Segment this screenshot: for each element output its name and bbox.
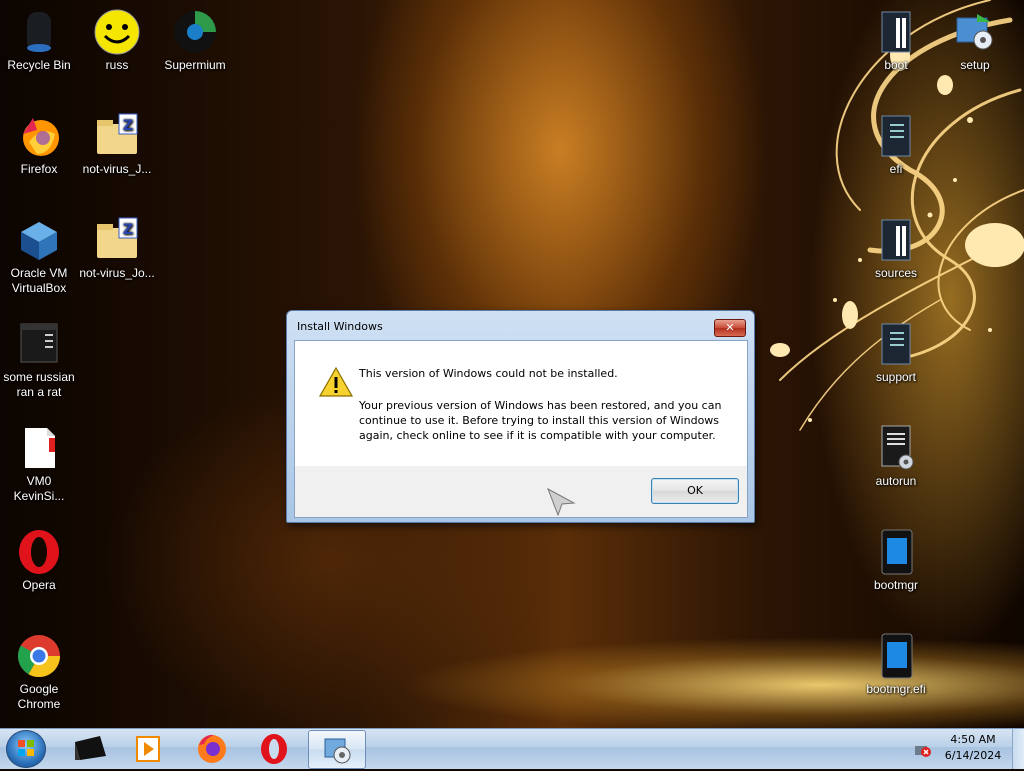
system-file-icon	[872, 632, 920, 680]
desktop-icon-label: VM0 KevinSi...	[13, 474, 65, 503]
desktop-icon-label: Opera	[22, 578, 56, 592]
folder-icon	[872, 320, 920, 368]
close-button[interactable]: ✕	[714, 319, 746, 337]
firefox-icon	[198, 734, 226, 763]
desktop-icon-sources[interactable]: sources	[855, 216, 937, 281]
network-error-icon[interactable]	[914, 740, 932, 758]
ok-button[interactable]: OK	[651, 478, 739, 504]
desktop-icon-not-virus-zip-1[interactable]: Z not-virus_J...	[76, 112, 158, 177]
setup-installer-icon	[324, 738, 351, 764]
settings-file-icon	[872, 424, 920, 472]
shortcut-file-icon	[15, 424, 63, 472]
desktop-icon-opera[interactable]: Opera	[0, 528, 80, 593]
desktop-icon-label: Supermium	[164, 58, 226, 72]
desktop-icon-support[interactable]: support	[855, 320, 937, 385]
folder-dark-icon	[75, 736, 106, 760]
dialog-message-area: This version of Windows could not be ins…	[295, 341, 747, 466]
firefox-icon	[15, 112, 63, 160]
taskbar-explorer[interactable]	[62, 730, 118, 767]
zip-folder-icon: Z	[93, 112, 141, 160]
clock-date: 6/14/2024	[944, 749, 1002, 762]
taskbar-opera[interactable]	[246, 730, 302, 767]
desktop-icon-label: Recycle Bin	[7, 58, 71, 72]
desktop-icon-label: Oracle VM VirtualBox	[10, 266, 68, 295]
zip-folder-icon: Z	[93, 216, 141, 264]
desktop-icon-label: not-virus_Jo...	[79, 266, 155, 280]
dialog-body: This version of Windows could not be ins…	[294, 340, 748, 518]
desktop-icon-efi[interactable]: efi	[855, 112, 937, 177]
mouse-cursor-icon	[547, 487, 576, 517]
setup-installer-icon	[951, 8, 999, 56]
desktop-icon-bootmgr-efi[interactable]: bootmgr.efi	[855, 632, 937, 697]
desktop-icon-supermium[interactable]: Supermium	[154, 8, 236, 73]
desktop-icon-label: efi	[889, 162, 903, 176]
warning-icon	[319, 367, 353, 397]
desktop-icon-label: Firefox	[20, 162, 58, 176]
desktop-icon-bootmgr[interactable]: bootmgr	[855, 528, 937, 593]
desktop-icon-label: bootmgr	[873, 578, 919, 592]
media-player-icon	[136, 736, 160, 762]
virtualbox-icon	[15, 216, 63, 264]
system-file-icon	[872, 528, 920, 576]
desktop-icon-label: Google Chrome	[17, 682, 61, 711]
taskbar-firefox[interactable]	[184, 730, 240, 767]
desktop-icon-label: russ	[105, 58, 129, 72]
recycle-bin-icon	[15, 8, 63, 56]
show-desktop-button[interactable]	[1012, 729, 1024, 769]
desktop-icon-firefox[interactable]: Firefox	[0, 112, 80, 177]
desktop-icon-label: setup	[960, 58, 990, 72]
folder-icon	[872, 112, 920, 160]
desktop-icon-label: not-virus_J...	[82, 162, 152, 176]
desktop-icon-vm0[interactable]: VM0 KevinSi...	[0, 424, 80, 504]
desktop-icon-not-virus-zip-2[interactable]: Z not-virus_Jo...	[76, 216, 158, 281]
desktop-icon-label: support	[875, 370, 917, 384]
start-button[interactable]	[6, 730, 46, 768]
chrome-icon	[15, 632, 63, 680]
dialog-message-heading: This version of Windows could not be ins…	[359, 367, 618, 380]
desktop-icon-recycle-bin[interactable]: Recycle Bin	[0, 8, 80, 73]
taskbar-media-player[interactable]	[120, 730, 176, 767]
windows-orb-icon	[18, 740, 34, 756]
taskbar: 4:50 AM 6/14/2024	[0, 728, 1024, 769]
desktop-icon-boot[interactable]: boot	[855, 8, 937, 73]
install-windows-dialog: Install Windows ✕ This version of Window…	[286, 310, 755, 523]
supermium-browser-icon	[171, 8, 219, 56]
clock-time: 4:50 AM	[950, 733, 996, 746]
svg-text:Z: Z	[123, 222, 133, 238]
desktop-icon-virtualbox[interactable]: Oracle VM VirtualBox	[0, 216, 80, 296]
desktop-icon-label: some russian ran a rat	[3, 370, 75, 399]
desktop-icon-label: bootmgr.efi	[866, 682, 926, 696]
close-icon: ✕	[725, 321, 735, 334]
opera-icon	[15, 528, 63, 576]
dialog-title: Install Windows	[297, 320, 383, 333]
opera-icon	[261, 734, 287, 764]
folder-icon	[872, 8, 920, 56]
desktop-icon-setup[interactable]: setup	[934, 8, 1016, 73]
desktop-icon-label: boot	[884, 58, 908, 72]
desktop-icon-autorun[interactable]: autorun	[855, 424, 937, 489]
system-clock[interactable]: 4:50 AM 6/14/2024	[940, 732, 1006, 764]
executable-icon	[15, 320, 63, 368]
svg-text:Z: Z	[123, 118, 133, 134]
desktop-icon-label: autorun	[875, 474, 917, 488]
dialog-message-detail: Your previous version of Windows has bee…	[359, 399, 722, 442]
desktop-icon-google-chrome[interactable]: Google Chrome	[0, 632, 80, 712]
folder-icon	[872, 216, 920, 264]
taskbar-setup[interactable]	[308, 730, 366, 769]
desktop-icon-some-russian-ran-a-rat[interactable]: some russian ran a rat	[0, 320, 80, 400]
smiley-face-icon	[93, 8, 141, 56]
desktop-icon-label: sources	[874, 266, 918, 280]
desktop-icon-russ[interactable]: russ	[76, 8, 158, 73]
